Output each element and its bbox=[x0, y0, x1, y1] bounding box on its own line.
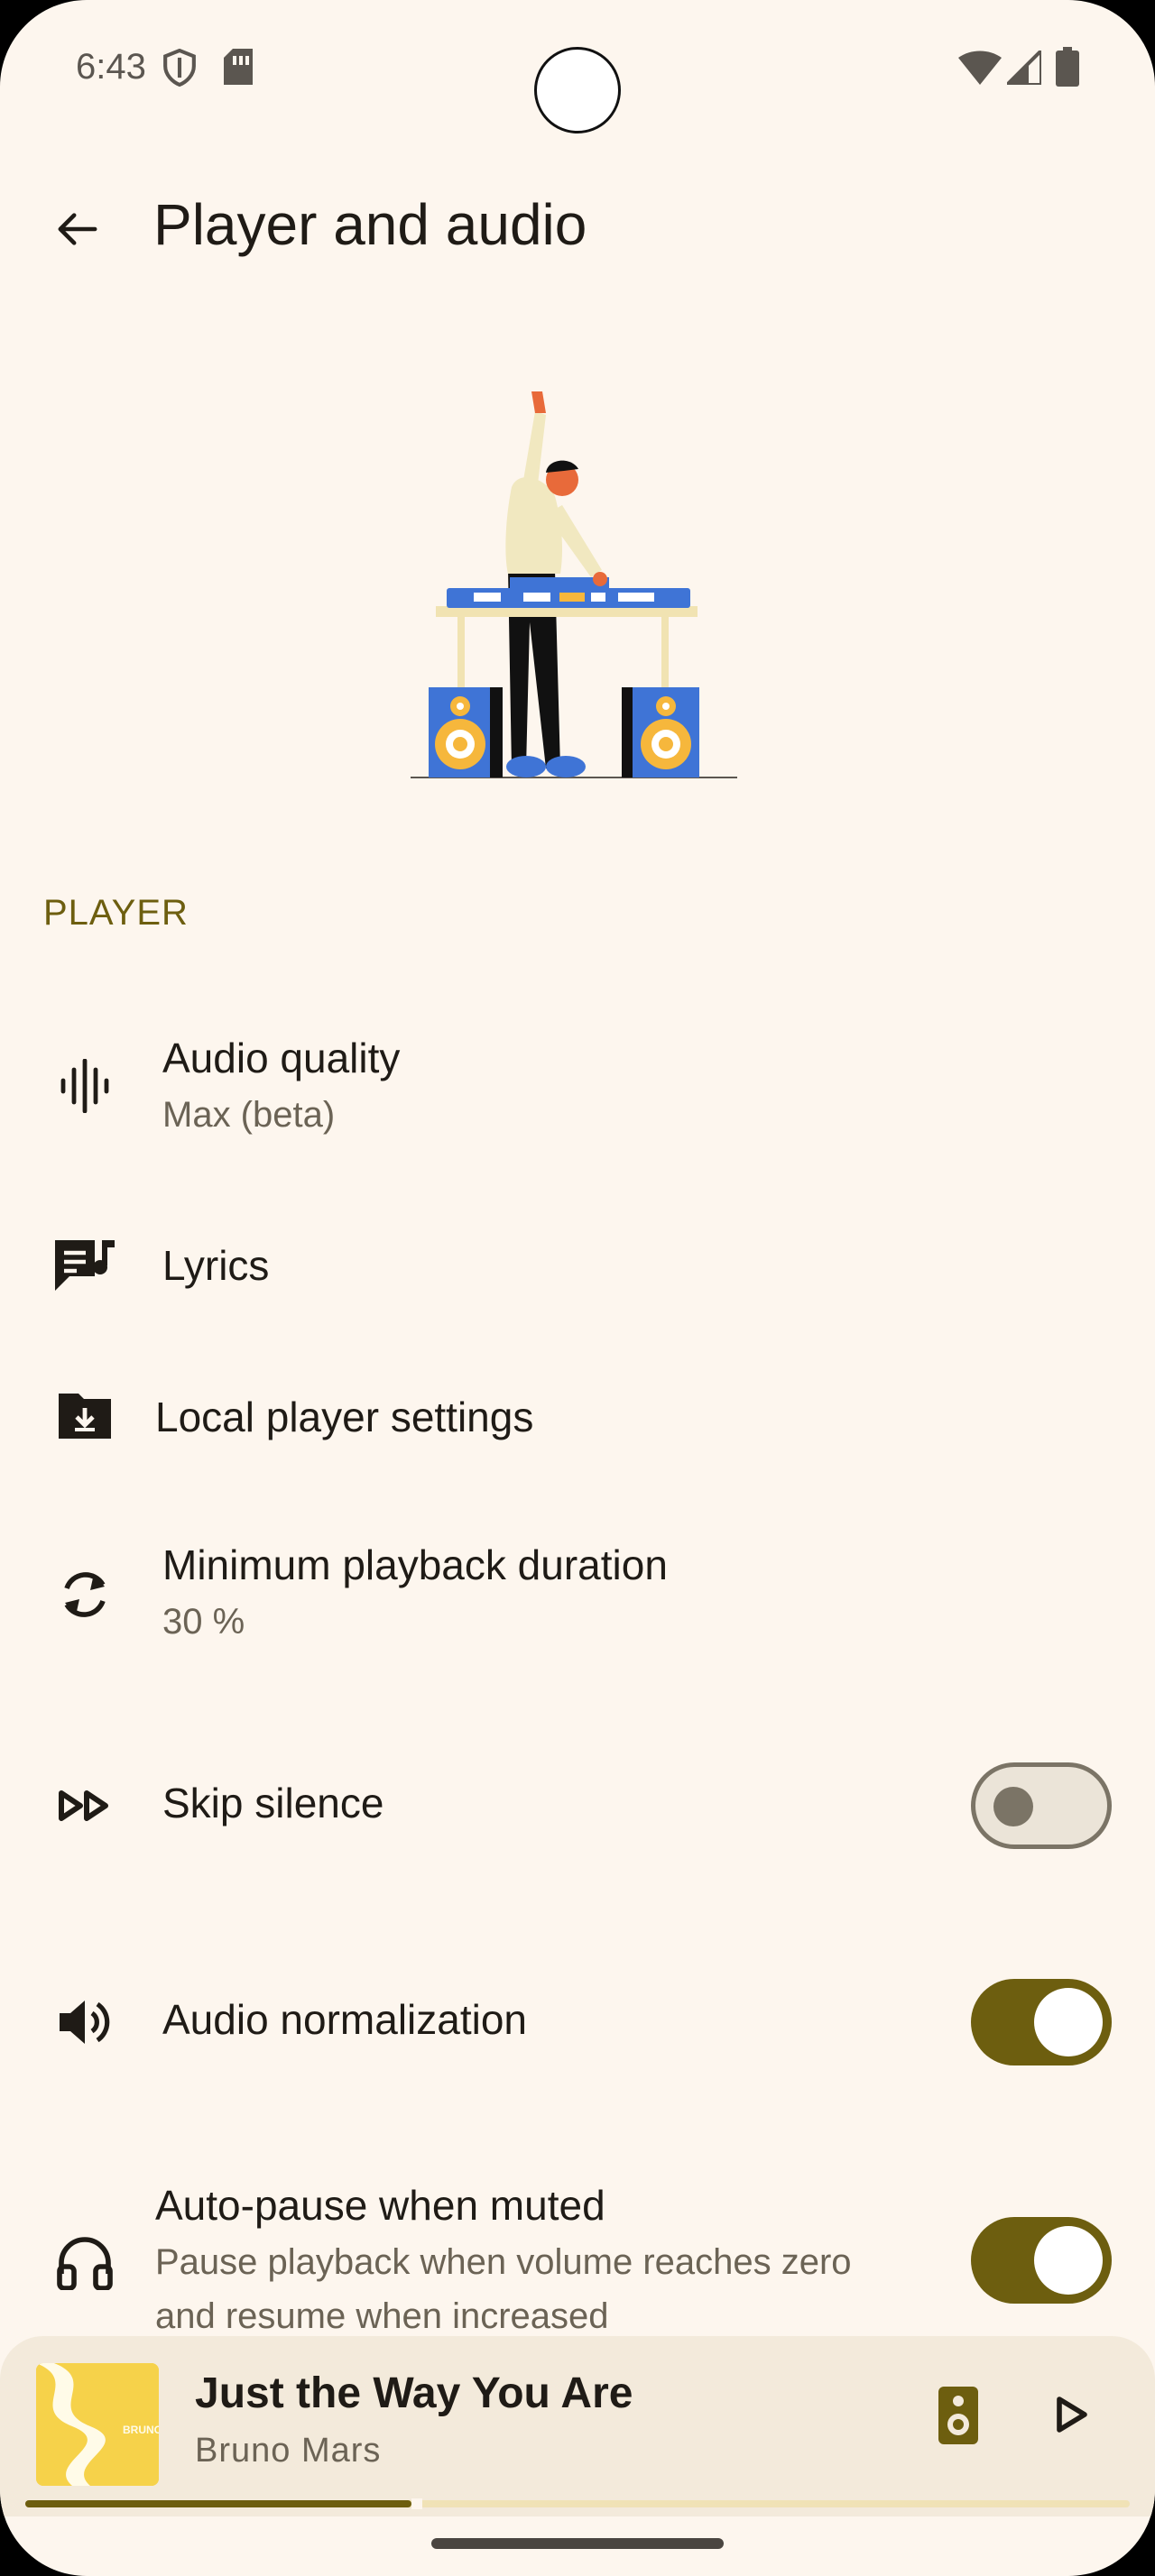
song-artist: Bruno Mars bbox=[195, 2432, 382, 2470]
song-title: Just the Way You Are bbox=[195, 2369, 633, 2417]
local-player-title: Local player settings bbox=[155, 1394, 534, 1440]
auto-pause-desc-line2: and resume when increased bbox=[155, 2296, 609, 2336]
auto-pause-setting[interactable]: Auto-pause when muted Pause playback whe… bbox=[0, 2181, 1155, 2343]
wifi-icon bbox=[958, 51, 1002, 89]
play-button[interactable] bbox=[1056, 2396, 1101, 2446]
auto-pause-title: Auto-pause when muted bbox=[155, 2182, 605, 2229]
status-time: 6:43 bbox=[76, 47, 146, 87]
graphic-eq-icon bbox=[52, 1053, 117, 1118]
section-header-player: PLAYER bbox=[43, 893, 189, 933]
lyrics-icon bbox=[52, 1232, 117, 1297]
playback-progress[interactable] bbox=[25, 2498, 1130, 2509]
sync-icon bbox=[52, 1562, 117, 1627]
audio-normalization-switch[interactable] bbox=[971, 1979, 1112, 2065]
sim-card-icon bbox=[224, 49, 253, 89]
audio-normalization-setting[interactable]: Audio normalization bbox=[0, 1979, 1155, 2065]
audio-normalization-title: Audio normalization bbox=[162, 1996, 528, 2043]
audio-quality-value: Max (beta) bbox=[162, 1095, 336, 1135]
progress-gap bbox=[411, 2498, 422, 2509]
min-playback-value: 30 % bbox=[162, 1602, 245, 1642]
skip-silence-switch[interactable] bbox=[971, 1762, 1112, 1849]
front-camera bbox=[534, 47, 621, 133]
progress-fill bbox=[25, 2500, 411, 2507]
audio-quality-setting[interactable]: Audio quality Max (beta) bbox=[0, 1019, 1155, 1155]
battery-icon bbox=[1056, 47, 1079, 91]
min-playback-title: Minimum playback duration bbox=[162, 1541, 668, 1588]
audio-quality-title: Audio quality bbox=[162, 1035, 401, 1081]
signal-icon bbox=[1003, 46, 1043, 89]
mini-player[interactable]: BRUNO MARS Just the Way You Are Bruno Ma… bbox=[0, 2336, 1155, 2516]
switch-knob bbox=[1034, 2226, 1103, 2295]
lyrics-setting[interactable]: Lyrics bbox=[0, 1225, 1155, 1306]
min-playback-setting[interactable]: Minimum playback duration 30 % bbox=[0, 1524, 1155, 1660]
fast-forward-icon bbox=[52, 1773, 117, 1838]
skip-silence-setting[interactable]: Skip silence bbox=[0, 1761, 1155, 1851]
auto-pause-desc-line1: Pause playback when volume reaches zero bbox=[155, 2242, 852, 2282]
speaker-icon bbox=[938, 2387, 978, 2448]
album-art: BRUNO MARS bbox=[36, 2363, 159, 2486]
switch-knob bbox=[1034, 1988, 1103, 2056]
album-art-text: BRUNO MARS bbox=[123, 2424, 159, 2436]
arrow-back-icon bbox=[57, 211, 98, 252]
speaker-button[interactable] bbox=[938, 2387, 994, 2453]
shield-icon bbox=[162, 48, 197, 91]
switch-knob bbox=[993, 1787, 1033, 1826]
skip-silence-title: Skip silence bbox=[162, 1780, 384, 1826]
auto-pause-switch[interactable] bbox=[971, 2217, 1112, 2304]
play-icon bbox=[1056, 2397, 1088, 2437]
back-button[interactable] bbox=[45, 198, 110, 263]
headphones-icon bbox=[52, 2230, 117, 2295]
lyrics-title: Lyrics bbox=[162, 1242, 270, 1289]
page-title: Player and audio bbox=[153, 192, 587, 257]
dj-illustration bbox=[411, 379, 744, 785]
volume-up-icon bbox=[52, 1990, 117, 2055]
local-player-settings[interactable]: Local player settings bbox=[0, 1376, 1155, 1458]
gesture-navigation-bar[interactable] bbox=[431, 2538, 724, 2549]
folder-download-icon bbox=[52, 1384, 117, 1449]
status-bar: 6:43 bbox=[0, 0, 1155, 144]
phone-screen: 6:43 Player and audio PLAYER Audio quali… bbox=[0, 0, 1155, 2576]
